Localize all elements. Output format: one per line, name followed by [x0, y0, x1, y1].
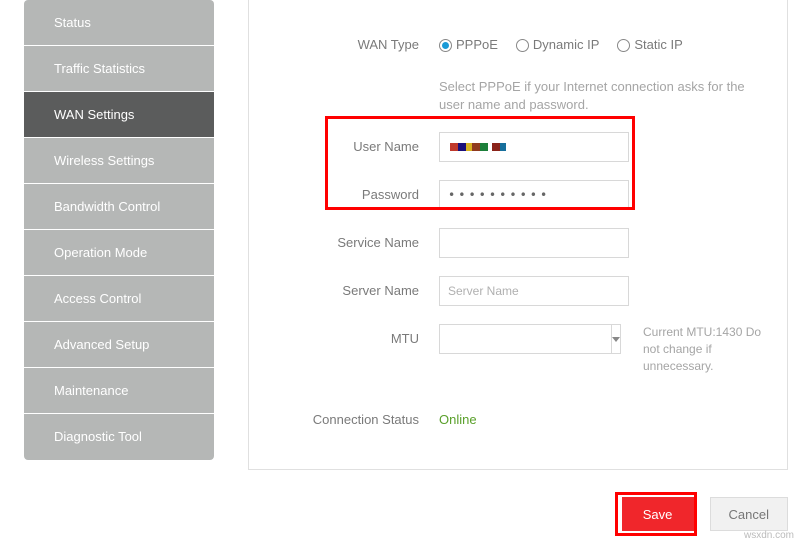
service-name-input[interactable] — [439, 228, 629, 258]
password-input[interactable] — [439, 180, 629, 210]
mtu-label: MTU — [249, 324, 439, 354]
connection-status-label: Connection Status — [249, 405, 439, 435]
wan-type-radios: PPPoE Dynamic IP Static IP — [439, 30, 683, 60]
row-service-name: Service Name — [249, 228, 787, 258]
mtu-dropdown-button[interactable] — [612, 324, 621, 354]
radio-dot-icon — [617, 39, 630, 52]
row-mtu: MTU Current MTU:1430 Do not change if un… — [249, 324, 787, 375]
sidebar-item-access-control[interactable]: Access Control — [24, 276, 214, 322]
radio-dot-icon — [439, 39, 452, 52]
radio-dot-icon — [516, 39, 529, 52]
cancel-button[interactable]: Cancel — [710, 497, 788, 531]
sidebar-item-advanced-setup[interactable]: Advanced Setup — [24, 322, 214, 368]
row-password: Password — [249, 180, 787, 210]
row-connection-status: Connection Status Online — [249, 405, 787, 435]
server-name-input[interactable] — [439, 276, 629, 306]
radio-pppoe-label: PPPoE — [456, 30, 498, 60]
mtu-hint: Current MTU:1430 Do not change if unnece… — [643, 324, 773, 375]
row-server-name: Server Name — [249, 276, 787, 306]
sidebar-item-bandwidth-control[interactable]: Bandwidth Control — [24, 184, 214, 230]
sidebar-item-traffic-statistics[interactable]: Traffic Statistics — [24, 46, 214, 92]
radio-dynamic-ip[interactable]: Dynamic IP — [516, 30, 599, 60]
watermark: wsxdn.com — [744, 530, 794, 541]
connection-status-value: Online — [439, 405, 477, 435]
service-name-label: Service Name — [249, 228, 439, 258]
radio-static-ip[interactable]: Static IP — [617, 30, 682, 60]
wan-settings-panel: WAN Type PPPoE Dynamic IP Static IP — [248, 0, 788, 470]
username-label: User Name — [249, 132, 439, 162]
sidebar-item-maintenance[interactable]: Maintenance — [24, 368, 214, 414]
save-button[interactable]: Save — [622, 497, 694, 531]
radio-dynamic-label: Dynamic IP — [533, 30, 599, 60]
password-label: Password — [249, 180, 439, 210]
chevron-down-icon — [612, 337, 620, 342]
username-input[interactable] — [439, 132, 629, 162]
server-name-label: Server Name — [249, 276, 439, 306]
row-username: User Name — [249, 132, 787, 162]
wan-type-hint: Select PPPoE if your Internet connection… — [439, 78, 787, 114]
radio-static-label: Static IP — [634, 30, 682, 60]
sidebar-item-operation-mode[interactable]: Operation Mode — [24, 230, 214, 276]
sidebar-item-diagnostic-tool[interactable]: Diagnostic Tool — [24, 414, 214, 460]
sidebar-item-status[interactable]: Status — [24, 0, 214, 46]
sidebar: Status Traffic Statistics WAN Settings W… — [0, 0, 218, 545]
mtu-input[interactable] — [439, 324, 612, 354]
wan-type-label: WAN Type — [249, 30, 439, 60]
button-row: Save Cancel — [622, 497, 788, 531]
sidebar-item-wireless-settings[interactable]: Wireless Settings — [24, 138, 214, 184]
row-wan-type: WAN Type PPPoE Dynamic IP Static IP — [249, 30, 787, 60]
main-panel-container: WAN Type PPPoE Dynamic IP Static IP — [218, 0, 800, 545]
radio-pppoe[interactable]: PPPoE — [439, 30, 498, 60]
sidebar-item-wan-settings[interactable]: WAN Settings — [24, 92, 214, 138]
